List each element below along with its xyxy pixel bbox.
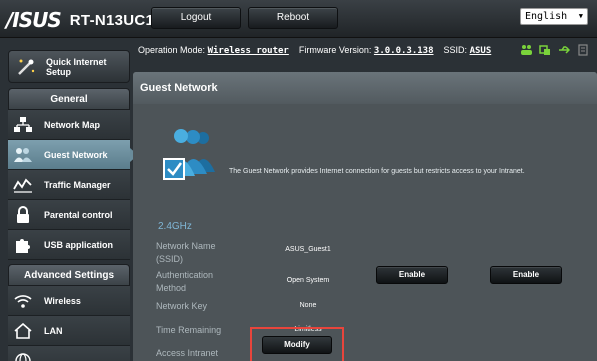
sidebar-item-usb-application[interactable]: USB application — [8, 230, 130, 260]
advanced-nav: Wireless LAN — [8, 286, 130, 361]
logout-button[interactable]: Logout — [151, 7, 241, 29]
wizard-wand-icon — [18, 59, 35, 75]
auth-label-2: Method — [156, 283, 187, 293]
sidebar-item-label: LAN — [44, 325, 63, 336]
sidebar-item-label: USB application — [44, 239, 114, 250]
globe-icon — [12, 350, 34, 361]
firmware-link[interactable]: 3.0.0.3.138 — [374, 46, 434, 56]
modify-highlight-box — [250, 327, 344, 361]
network-key-label: Network Key — [156, 301, 208, 311]
band-label: 2.4GHz — [158, 221, 192, 232]
auth-value: Open System — [286, 277, 330, 284]
sidebar-item-label: Traffic Manager — [44, 179, 111, 190]
wan-status-icon[interactable] — [539, 44, 551, 56]
reboot-button[interactable]: Reboot — [248, 7, 338, 29]
operation-mode-link[interactable]: Wireless router — [208, 46, 289, 56]
page-title: Guest Network — [133, 72, 597, 104]
firmware-label: Firmware Version: — [298, 45, 372, 55]
printer-icon[interactable] — [577, 44, 589, 56]
traffic-manager-icon — [12, 174, 34, 196]
language-select[interactable]: English ▼ — [520, 8, 588, 25]
sidebar-item-label: Network Map — [44, 119, 101, 130]
operation-mode-label: Operation Mode: — [138, 45, 206, 55]
ssid-value: ASUS_Guest1 — [285, 246, 331, 253]
ssid-link[interactable]: ASUS — [470, 46, 492, 56]
guest-network-panel: Guest Network The Guest Network provides… — [133, 72, 597, 361]
sidebar-item-wan[interactable] — [8, 346, 130, 361]
advanced-settings-heading: Advanced Settings — [8, 264, 130, 286]
enable-button-1[interactable]: Enable — [376, 266, 448, 284]
asus-logo: /ISUS RT-N13UC1 — [6, 8, 155, 32]
sidebar-item-label: Guest Network — [44, 149, 108, 160]
ssid-label-2: (SSID) — [156, 254, 183, 264]
general-nav: Network Map Guest Network Traffic Manage… — [8, 110, 138, 260]
sidebar-item-guest-network[interactable]: Guest Network — [8, 140, 138, 170]
time-remaining-label: Time Remaining — [156, 325, 222, 335]
quick-setup-label-2: Setup — [46, 66, 72, 77]
network-key-value: None — [299, 302, 317, 309]
enable-button-2[interactable]: Enable — [490, 266, 562, 284]
router-model: RT-N13UC1 — [69, 11, 155, 29]
auth-label-1: Authentication — [156, 270, 214, 280]
status-icons — [520, 44, 589, 56]
sidebar: Quick Internet Setup General Network Map… — [0, 38, 138, 361]
sidebar-item-label: Wireless — [44, 295, 81, 306]
clients-icon[interactable] — [520, 44, 532, 56]
time-remaining-row: Time Remaining Limitless — [133, 324, 597, 344]
guest-users-icon — [163, 129, 215, 180]
access-intranet-row: Access Intranet off — [133, 347, 597, 361]
network-key-row: Network Key None — [133, 300, 597, 320]
sidebar-item-network-map[interactable]: Network Map — [8, 110, 130, 140]
brand-logo: /ISUS — [6, 8, 62, 32]
ssid-row: Network Name (SSID) ASUS_Guest1 — [133, 240, 597, 264]
quick-setup-label-1: Quick Internet — [46, 56, 107, 67]
panel-content: The Guest Network provides Internet conn… — [133, 104, 597, 361]
language-value: English — [525, 11, 568, 22]
lock-icon — [12, 204, 34, 226]
sidebar-item-parental-control[interactable]: Parental control — [8, 200, 130, 230]
quick-internet-setup-button[interactable]: Quick Internet Setup — [8, 50, 130, 83]
general-heading: General — [8, 88, 130, 110]
ssid-label: SSID: — [443, 45, 468, 55]
puzzle-icon — [12, 234, 34, 256]
guest-network-description: The Guest Network provides Internet conn… — [229, 168, 525, 175]
home-icon — [12, 320, 34, 342]
sidebar-item-label: Parental control — [44, 209, 113, 220]
sidebar-item-lan[interactable]: LAN — [8, 316, 130, 346]
sidebar-item-traffic-manager[interactable]: Traffic Manager — [8, 170, 130, 200]
network-map-icon — [12, 114, 34, 136]
wifi-icon — [12, 290, 34, 312]
top-bar: /ISUS RT-N13UC1 Logout Reboot English ▼ — [0, 0, 597, 38]
guest-network-icon — [12, 144, 34, 166]
usb-icon[interactable] — [558, 44, 570, 56]
access-intranet-label: Access Intranet — [156, 348, 219, 358]
ssid-label-1: Network Name — [156, 241, 216, 251]
chevron-down-icon: ▼ — [578, 12, 583, 20]
status-row: Operation Mode: Wireless router Firmware… — [133, 38, 597, 62]
sidebar-item-wireless[interactable]: Wireless — [8, 286, 130, 316]
